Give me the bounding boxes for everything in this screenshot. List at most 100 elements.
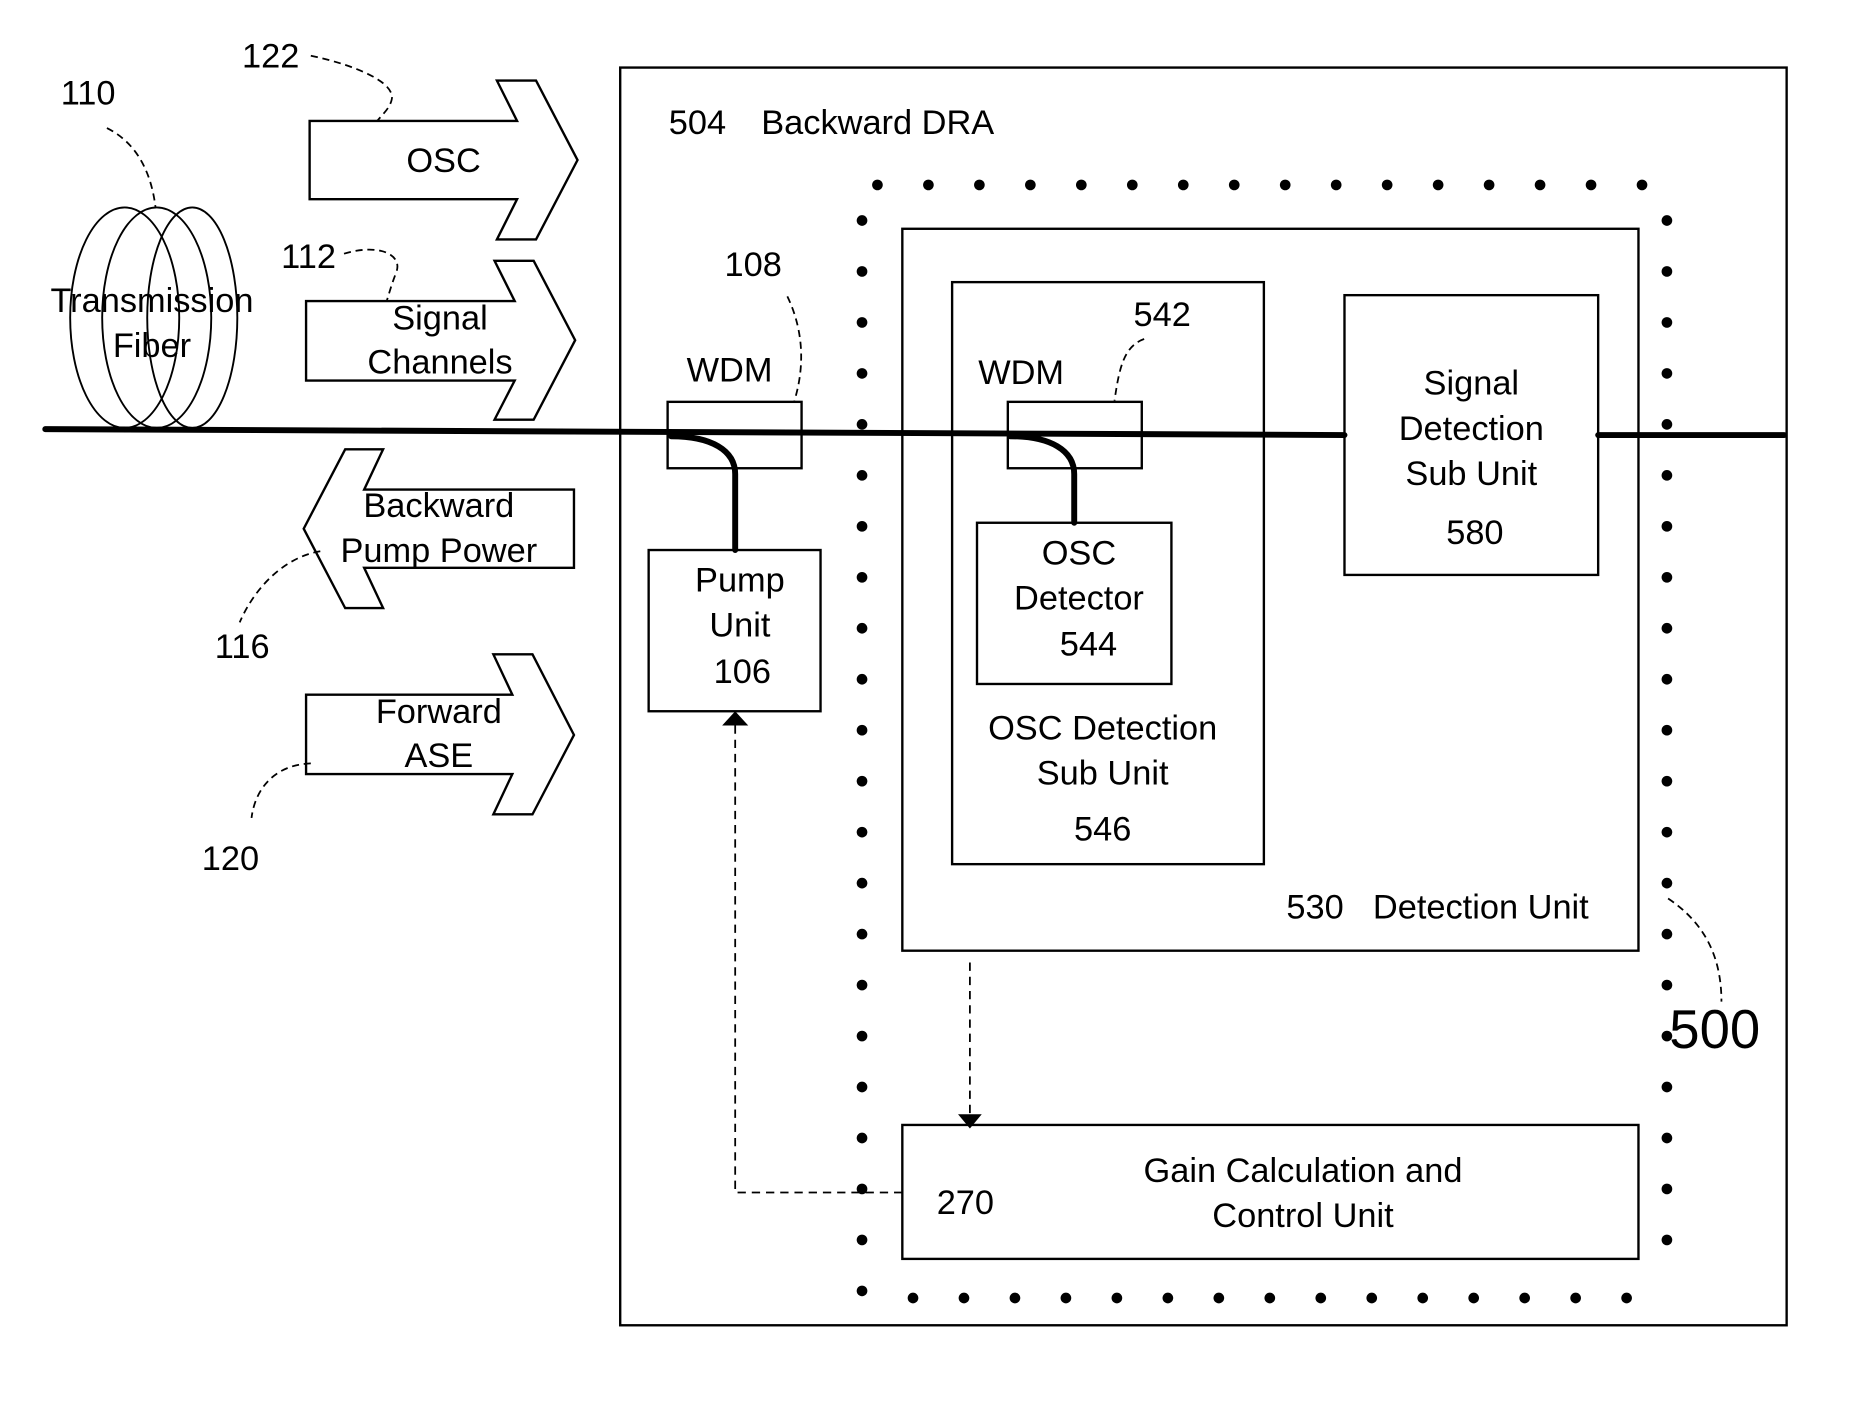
backward-pump-line1: Backward (363, 487, 514, 525)
boundary-dot (856, 1081, 868, 1093)
osc-detector-ref: 544 (1060, 626, 1117, 664)
forward-ase-line1: Forward (376, 693, 502, 731)
boundary-dot (1621, 1292, 1632, 1304)
boundary-dot (1366, 1292, 1378, 1304)
boundary-dot (1075, 179, 1087, 191)
boundary-dot (1177, 179, 1189, 191)
boundary-dot (1534, 179, 1546, 191)
osc-detector-line2: Detector (1014, 579, 1144, 617)
boundary-dot (1661, 1234, 1673, 1246)
osc-detection-sub-unit-line1: OSC Detection (988, 710, 1217, 748)
boundary-dot (1661, 673, 1673, 685)
osc-detector-line1: OSC (1042, 534, 1116, 572)
boundary-dot (958, 1292, 970, 1304)
boundary-dot (1661, 368, 1673, 379)
boundary-dot (856, 520, 868, 532)
leader-110 (106, 127, 157, 208)
osc-arrow-label: OSC (406, 142, 480, 180)
boundary-dot (856, 317, 868, 328)
boundary-dot (856, 877, 868, 889)
boundary-dot (1570, 1292, 1581, 1304)
pump-unit-line1: Pump (695, 562, 785, 600)
boundary-dot (1636, 179, 1648, 191)
boundary-dot (974, 179, 985, 191)
boundary-dot (1162, 1292, 1174, 1304)
boundary-dot (1661, 571, 1673, 583)
boundary-dot (872, 179, 883, 191)
leader-112 (343, 248, 399, 302)
boundary-dot (856, 979, 868, 991)
boundary-dot (1381, 179, 1393, 191)
boundary-dot (856, 419, 868, 430)
boundary-dot (1661, 266, 1673, 277)
boundary-dot (1661, 1132, 1673, 1144)
boundary-dot (1330, 179, 1342, 191)
pump-unit-line2: Unit (709, 607, 771, 645)
boundary-dot (1661, 622, 1673, 634)
boundary-dot (856, 724, 868, 736)
boundary-dot (856, 266, 868, 277)
boundary-dot (1661, 419, 1673, 430)
backward-pump-power-arrow (302, 448, 576, 610)
boundary-dot (1661, 979, 1673, 991)
boundary-dot (856, 1234, 868, 1246)
boundary-dot (1264, 1292, 1276, 1304)
boundary-dot (1661, 317, 1673, 328)
boundary-dot (1661, 520, 1673, 532)
boundary-dot (923, 179, 934, 191)
boundary-dot (856, 368, 868, 379)
boundary-dot (1468, 1292, 1480, 1304)
forward-ase-arrow (304, 653, 576, 816)
signal-detection-line2: Detection (1399, 410, 1544, 448)
dotted-group-ref: 500 (1669, 999, 1760, 1060)
boundary-dot (856, 1285, 868, 1297)
leader-116 (238, 550, 321, 623)
boundary-dot (856, 622, 868, 634)
boundary-dot (1060, 1292, 1072, 1304)
wdm-542-ref: 542 (1133, 296, 1190, 334)
boundary-dot (907, 1292, 919, 1304)
osc-detection-sub-unit-line2: Sub Unit (1037, 755, 1169, 793)
signal-detection-line3: Sub Unit (1405, 455, 1537, 493)
boundary-dot (1661, 470, 1673, 481)
leader-120 (250, 762, 311, 819)
boundary-dot (1661, 1081, 1673, 1093)
wdm-108-ref: 108 (725, 246, 782, 284)
boundary-dot (856, 673, 868, 685)
gain-control-unit-line1: Gain Calculation and (1144, 1152, 1463, 1190)
boundary-dot (1585, 179, 1597, 191)
boundary-dot (1519, 1292, 1530, 1304)
signal-channels-arrow (304, 259, 577, 421)
fiber-label-line1: Transmission (50, 282, 253, 320)
boundary-dot (1213, 1292, 1225, 1304)
fiber-ref: 110 (61, 74, 116, 112)
boundary-dot (1432, 179, 1444, 191)
forward-ase-line2: ASE (404, 737, 473, 775)
boundary-dot (1228, 179, 1240, 191)
boundary-dot (1126, 179, 1138, 191)
boundary-dot (1661, 928, 1673, 940)
boundary-dot (1417, 1292, 1429, 1304)
wdm-108-label: WDM (687, 352, 773, 390)
backward-pump-ref: 116 (215, 628, 270, 666)
osc-arrow-ref: 122 (242, 38, 299, 76)
boundary-dot (856, 1132, 868, 1144)
leader-122 (310, 54, 393, 122)
boundary-dot (856, 775, 868, 787)
gain-control-unit-ref: 270 (937, 1184, 994, 1222)
boundary-dot (1661, 724, 1673, 736)
boundary-dot (1111, 1292, 1123, 1304)
backward-dra-ref: 504 (669, 104, 726, 142)
boundary-dot (856, 470, 868, 481)
detection-unit-label: Detection Unit (1373, 889, 1589, 927)
boundary-dot (856, 215, 868, 226)
boundary-dot (1661, 1183, 1673, 1195)
pump-unit-ref: 106 (714, 653, 771, 691)
dra-block-diagram: 504 Backward DRA 500 530 Detection Unit … (42, 38, 1788, 1327)
boundary-dot (1483, 179, 1495, 191)
boundary-dot (856, 826, 868, 838)
backward-dra-title: Backward DRA (761, 104, 994, 142)
signal-detection-ref: 580 (1446, 514, 1503, 552)
backward-pump-line2: Pump Power (340, 532, 537, 570)
fiber-label-line2: Fiber (113, 327, 191, 365)
